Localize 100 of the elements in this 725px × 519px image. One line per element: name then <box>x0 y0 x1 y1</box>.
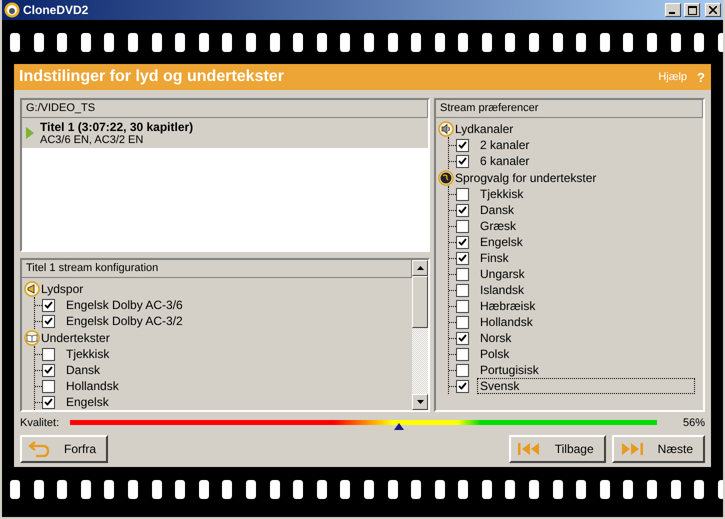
film-hole <box>80 32 91 52</box>
film-hole <box>293 480 304 498</box>
checkbox[interactable] <box>456 236 469 248</box>
tree-item[interactable]: 2 kanaler <box>477 137 532 153</box>
tree-group-label[interactable]: Lydkanaler <box>455 122 514 136</box>
tree-group-label[interactable]: Lydspor <box>41 282 84 296</box>
start-over-button[interactable]: Forfra <box>20 435 108 463</box>
speaker-icon <box>438 120 454 136</box>
checkbox[interactable] <box>42 298 55 312</box>
tree-item[interactable]: Finsk <box>477 250 512 266</box>
rewind-icon <box>516 441 541 457</box>
film-hole <box>411 480 422 498</box>
tree-item[interactable]: Hollandsk <box>477 314 536 330</box>
film-hole <box>80 480 91 498</box>
film-hole <box>57 480 68 498</box>
film-hole <box>293 32 304 52</box>
film-hole <box>458 480 468 498</box>
film-hole <box>623 480 634 498</box>
tree-item[interactable]: Ungarsk <box>477 266 528 282</box>
maximize-icon <box>688 6 696 14</box>
title-row[interactable]: Titel 1 (3:07:22, 30 kapitler) AC3/6 EN, AC3/2 EN <box>22 118 428 148</box>
caret-down-icon <box>416 400 424 404</box>
close-icon <box>709 6 717 14</box>
checkbox[interactable] <box>42 348 55 360</box>
checkbox[interactable] <box>456 332 469 344</box>
checkbox[interactable] <box>456 316 469 328</box>
tree-item[interactable]: Engelsk <box>477 234 526 250</box>
film-hole <box>670 32 681 52</box>
tree-item[interactable]: Græsk <box>477 218 519 234</box>
scroll-down-button[interactable] <box>412 394 428 410</box>
tree-item[interactable]: Engelsk Dolby AC-3/6 <box>63 297 186 313</box>
tree-item[interactable]: Islandsk <box>477 282 528 298</box>
film-hole <box>152 32 162 52</box>
scroll-up-button[interactable] <box>412 260 428 276</box>
checkbox[interactable] <box>456 364 469 376</box>
checkbox[interactable] <box>456 154 469 168</box>
film-hole <box>270 32 280 52</box>
film-hole <box>10 480 20 498</box>
tree-item[interactable]: Portugisisk <box>477 362 542 378</box>
film-hole <box>104 480 114 498</box>
checkbox[interactable] <box>456 284 469 296</box>
film-hole <box>388 32 398 52</box>
checkbox[interactable] <box>456 220 469 232</box>
film-hole <box>198 480 209 498</box>
book-icon <box>24 330 40 346</box>
film-hole <box>316 32 327 52</box>
tree-item[interactable]: Dansk <box>477 202 518 218</box>
film-hole <box>576 32 586 52</box>
close-button[interactable] <box>705 3 721 17</box>
scroll-thumb[interactable] <box>412 276 428 328</box>
film-hole <box>694 32 704 52</box>
film-hole <box>505 32 516 52</box>
tree-group-label[interactable]: Sprogvalg for undertekster <box>455 170 596 184</box>
film-hole <box>552 32 563 52</box>
film-hole <box>364 480 374 498</box>
film-hole <box>222 32 232 52</box>
checkbox[interactable] <box>456 204 469 216</box>
checkbox[interactable] <box>456 268 469 280</box>
tree-item[interactable]: Engelsk Dolby AC-3/2 <box>63 313 186 329</box>
tree-item[interactable]: Norsk <box>477 330 514 346</box>
panel-heading: Stream præferencer <box>436 100 703 118</box>
film-hole <box>270 480 280 498</box>
checkbox[interactable] <box>456 348 469 360</box>
tree-item[interactable]: Tjekkisk <box>477 186 526 202</box>
checkbox[interactable] <box>456 252 469 264</box>
checkbox[interactable] <box>42 364 55 376</box>
film-hole <box>505 480 516 498</box>
next-button[interactable]: Næste <box>612 435 705 463</box>
film-hole <box>576 480 586 498</box>
checkbox[interactable] <box>42 314 55 328</box>
film-hole <box>57 32 68 52</box>
film-hole <box>246 480 256 498</box>
film-hole <box>482 32 492 52</box>
film-hole <box>128 480 138 498</box>
title-streams: AC3/6 EN, AC3/2 EN <box>40 134 144 146</box>
scrollbar-track[interactable] <box>412 260 428 410</box>
tree-item[interactable]: 6 kanaler <box>477 153 532 169</box>
back-button[interactable]: Tilbage <box>508 435 606 463</box>
film-hole <box>246 32 256 52</box>
tree-item[interactable]: Tjekkisk <box>63 346 112 362</box>
tree-item[interactable]: Dansk <box>63 362 104 378</box>
tree-item[interactable]: Hollandsk <box>63 378 122 394</box>
title-name: Titel 1 (3:07:22, 30 kapitler) <box>40 120 194 134</box>
maximize-button[interactable] <box>684 3 700 17</box>
checkbox[interactable] <box>42 380 55 392</box>
checkbox[interactable] <box>456 188 469 200</box>
checkbox[interactable] <box>456 138 469 152</box>
film-hole <box>458 32 468 52</box>
tree-group-label[interactable]: Undertekster <box>41 330 110 344</box>
checkbox[interactable] <box>456 300 469 312</box>
tree-item[interactable]: Hæbræisk <box>477 298 538 314</box>
tree-item[interactable]: Polsk <box>477 346 512 362</box>
tree-item[interactable]: Svensk <box>477 378 695 394</box>
minimize-button[interactable] <box>665 3 681 17</box>
checkbox[interactable] <box>42 396 55 408</box>
tree-item[interactable]: Engelsk <box>63 394 112 410</box>
checkbox[interactable] <box>456 380 469 392</box>
film-hole <box>175 32 186 52</box>
film-hole <box>34 480 44 498</box>
return-arrow-icon <box>28 440 50 458</box>
